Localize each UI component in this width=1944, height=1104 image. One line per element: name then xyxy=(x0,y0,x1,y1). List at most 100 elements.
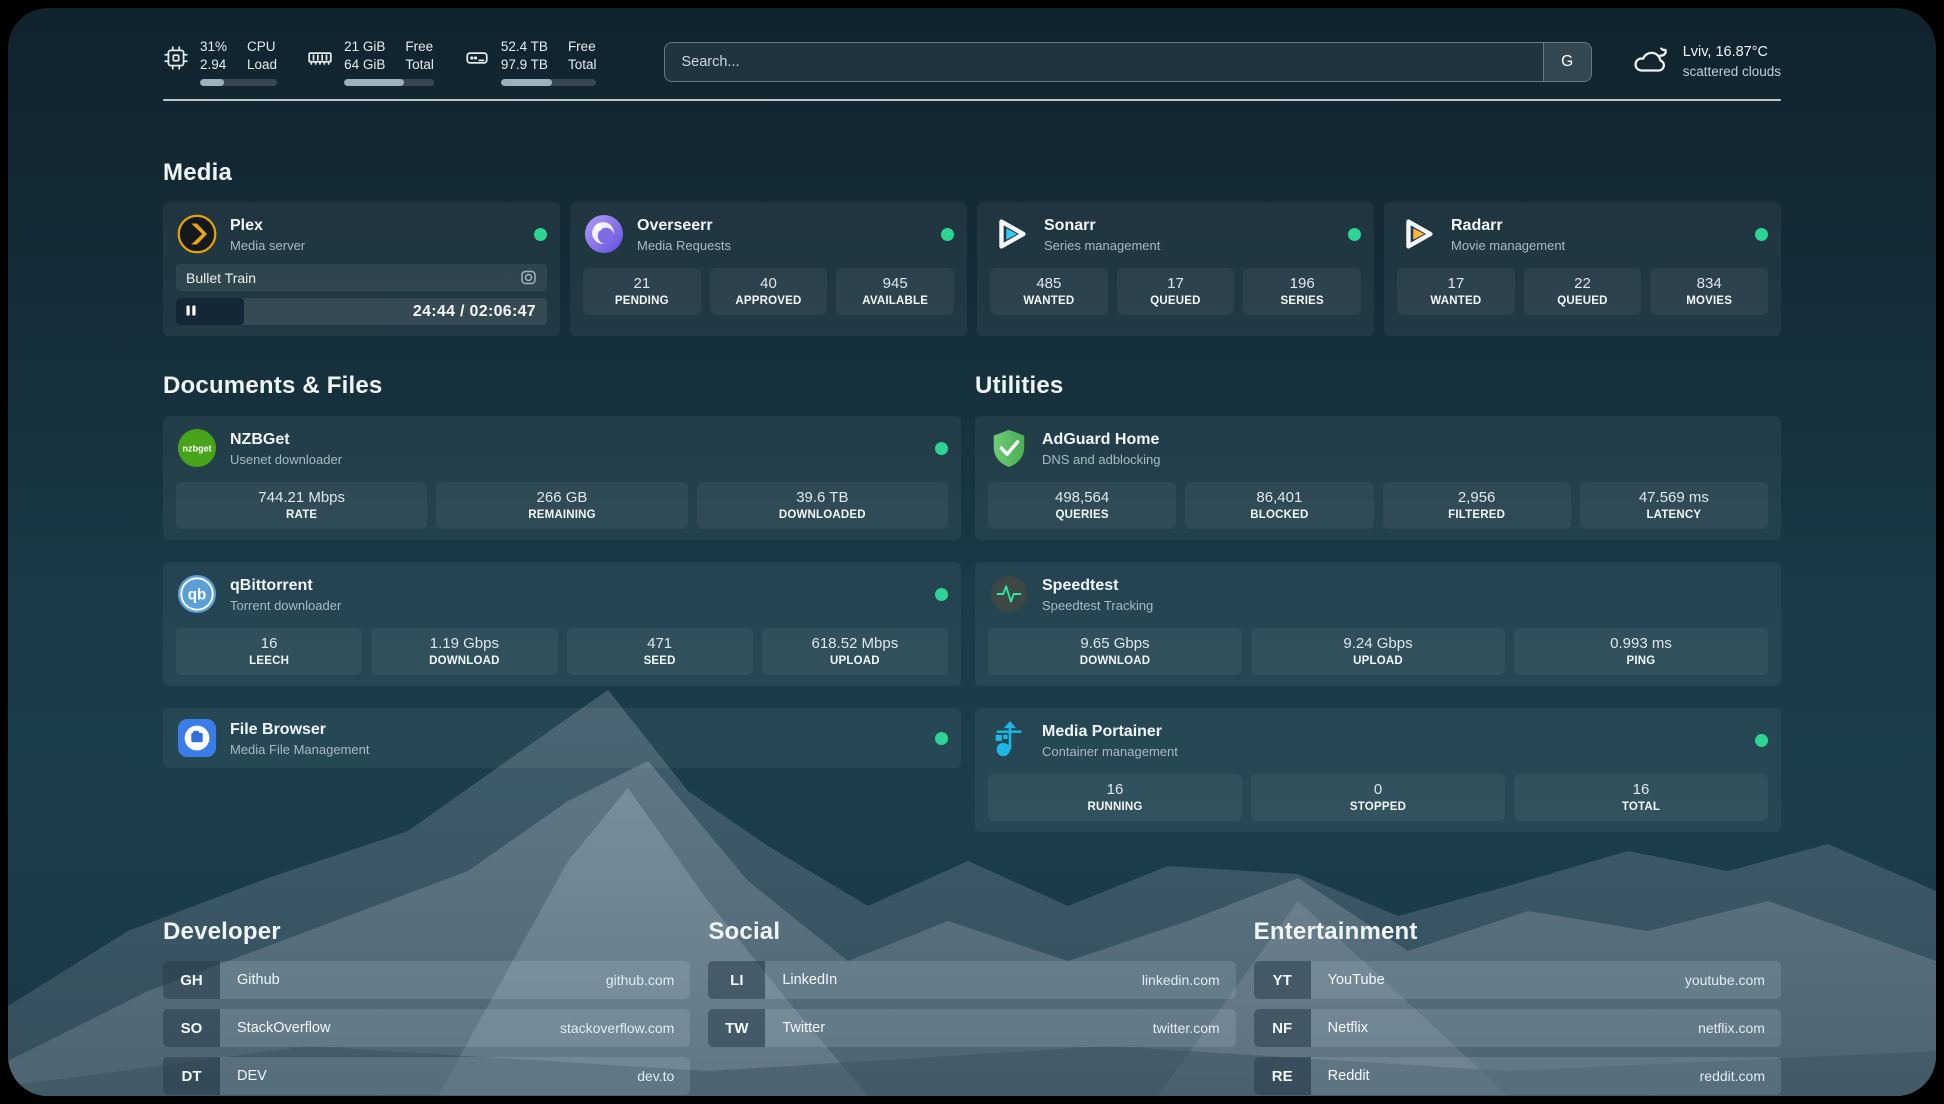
bookmark-linkedin[interactable]: LI LinkedIn linkedin.com xyxy=(708,961,1235,999)
cpu-progress-fill xyxy=(200,79,224,86)
bookmark-youtube[interactable]: YT YouTube youtube.com xyxy=(1254,961,1781,999)
stat-label: QUEUED xyxy=(1121,295,1231,307)
stat-block: 744.21 Mbps RATE xyxy=(176,482,427,529)
stat-label: TOTAL xyxy=(1518,801,1764,813)
stat-value: 1.19 Gbps xyxy=(375,635,553,652)
stat-value: 86,401 xyxy=(1189,489,1369,506)
memory-total-value: 64 GiB xyxy=(344,56,385,74)
stat-block: 1.19 Gbps DOWNLOAD xyxy=(371,628,557,675)
filebrowser-icon xyxy=(176,717,218,759)
bookmark-url: stackoverflow.com xyxy=(560,1020,674,1036)
sonarr-card[interactable]: Sonarr Series management 485 WANTED 17 Q… xyxy=(977,202,1374,336)
bookmark-stackoverflow[interactable]: SO StackOverflow stackoverflow.com xyxy=(163,1009,690,1047)
weather-location-temp: Lviv, 16.87°C xyxy=(1683,43,1781,63)
weather-condition: scattered clouds xyxy=(1683,63,1781,81)
stat-label: BLOCKED xyxy=(1189,509,1369,521)
stat-block: 9.24 Gbps UPLOAD xyxy=(1251,628,1505,675)
bookmark-name: LinkedIn xyxy=(782,972,837,988)
stat-block: 17 WANTED xyxy=(1397,268,1515,315)
stat-block: 39.6 TB DOWNLOADED xyxy=(697,482,948,529)
service-title: Plex xyxy=(230,216,305,235)
service-title: Radarr xyxy=(1451,216,1565,235)
stat-label: APPROVED xyxy=(714,295,824,307)
cpu-usage-value: 31% xyxy=(200,38,227,56)
section-title-documents: Documents & Files xyxy=(163,372,961,400)
playback-elapsed xyxy=(176,298,244,325)
stat-block: 834 MOVIES xyxy=(1650,268,1768,315)
utilities-column: Utilities AdGuard xyxy=(975,372,1781,854)
status-dot-online xyxy=(1755,734,1768,747)
stat-value: 9.24 Gbps xyxy=(1255,635,1501,652)
stat-value: 47.569 ms xyxy=(1584,489,1764,506)
documents-column: Documents & Files nzbget NZBGet Usenet d xyxy=(163,372,961,854)
bookmark-twitter[interactable]: TW Twitter twitter.com xyxy=(708,1009,1235,1047)
stat-value: 9.65 Gbps xyxy=(992,635,1238,652)
sonarr-icon xyxy=(990,213,1032,255)
stat-block: 498,564 QUERIES xyxy=(988,482,1176,529)
bookmark-name: YouTube xyxy=(1328,972,1385,988)
stat-block: 471 SEED xyxy=(567,628,753,675)
plex-card[interactable]: Plex Media server Bullet Train xyxy=(163,202,560,336)
bookmark-netflix[interactable]: NF Netflix netflix.com xyxy=(1254,1009,1781,1047)
section-title-entertainment: Entertainment xyxy=(1254,918,1781,946)
portainer-icon xyxy=(988,719,1030,761)
memory-free-label: Free xyxy=(405,38,434,56)
stat-label: WANTED xyxy=(1401,295,1511,307)
stat-block: 16 RUNNING xyxy=(988,774,1242,821)
google-search-button[interactable]: G xyxy=(1543,43,1591,81)
speedtest-card[interactable]: Speedtest Speedtest Tracking 9.65 Gbps D… xyxy=(975,562,1781,686)
stat-value: 21 xyxy=(587,275,697,292)
section-title-developer: Developer xyxy=(163,918,690,946)
stat-value: 485 xyxy=(994,275,1104,292)
stat-label: STOPPED xyxy=(1255,801,1501,813)
disk-total-value: 97.9 TB xyxy=(501,56,548,74)
pause-icon xyxy=(186,303,196,321)
stat-label: UPLOAD xyxy=(1255,655,1501,667)
stat-value: 17 xyxy=(1121,275,1231,292)
nzbget-icon: nzbget xyxy=(176,427,218,469)
filebrowser-card[interactable]: File Browser Media File Management xyxy=(163,708,961,768)
memory-icon xyxy=(307,45,333,76)
stat-label: UPLOAD xyxy=(766,655,944,667)
status-dot-online xyxy=(941,228,954,241)
qbittorrent-icon: qb xyxy=(176,573,218,615)
disk-widget: 52.4 TB 97.9 TB Free Total xyxy=(464,38,597,86)
stat-value: 945 xyxy=(840,275,950,292)
stat-label: RATE xyxy=(180,509,423,521)
bookmark-name: DEV xyxy=(237,1068,267,1084)
service-subtitle: Series management xyxy=(1044,238,1160,253)
bookmark-github[interactable]: GH Github github.com xyxy=(163,961,690,999)
stat-block: 2,956 FILTERED xyxy=(1383,482,1571,529)
cloud-icon xyxy=(1630,43,1670,82)
nzbget-card[interactable]: nzbget NZBGet Usenet downloader 744.21 M… xyxy=(163,416,961,540)
service-title: Overseerr xyxy=(637,216,731,235)
bookmark-name: Github xyxy=(237,972,280,988)
disk-icon xyxy=(464,45,490,76)
cpu-load-label: Load xyxy=(247,56,277,74)
status-dot-online xyxy=(1755,228,1768,241)
bookmark-dev[interactable]: DT DEV dev.to xyxy=(163,1057,690,1095)
qbittorrent-card[interactable]: qb qBittorrent Torrent downloader 16 LEE… xyxy=(163,562,961,686)
radarr-card[interactable]: Radarr Movie management 17 WANTED 22 QUE… xyxy=(1384,202,1781,336)
bookmark-reddit[interactable]: RE Reddit reddit.com xyxy=(1254,1057,1781,1095)
memory-free-value: 21 GiB xyxy=(344,38,385,56)
stat-value: 0.993 ms xyxy=(1518,635,1764,652)
overseerr-card[interactable]: Overseerr Media Requests 21 PENDING 40 A… xyxy=(570,202,967,336)
plex-icon xyxy=(176,213,218,255)
section-title-social: Social xyxy=(708,918,1235,946)
stat-value: 618.52 Mbps xyxy=(766,635,944,652)
stat-label: SEED xyxy=(571,655,749,667)
stat-block: 266 GB REMAINING xyxy=(436,482,687,529)
service-subtitle: Container management xyxy=(1042,744,1178,759)
disk-total-label: Total xyxy=(568,56,597,74)
search-input[interactable] xyxy=(665,54,1542,70)
disk-free-value: 52.4 TB xyxy=(501,38,548,56)
memory-progress-track xyxy=(344,79,434,86)
stat-value: 498,564 xyxy=(992,489,1172,506)
stat-block: 47.569 ms LATENCY xyxy=(1580,482,1768,529)
playback-time: 24:44 / 02:06:47 xyxy=(413,303,536,321)
stat-label: FILTERED xyxy=(1387,509,1567,521)
portainer-card[interactable]: Media Portainer Container management 16 … xyxy=(975,708,1781,832)
adguard-card[interactable]: AdGuard Home DNS and adblocking 498,564 … xyxy=(975,416,1781,540)
status-dot-online xyxy=(935,732,948,745)
